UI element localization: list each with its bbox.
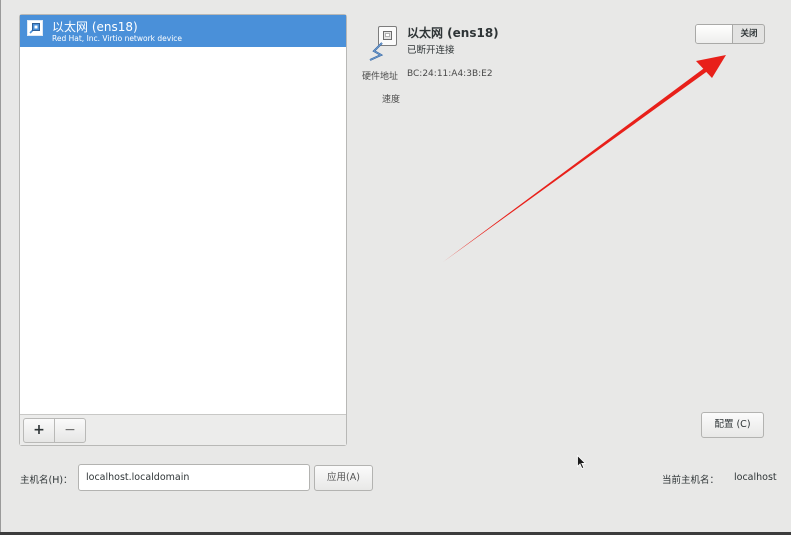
device-list-item-ens18[interactable]: 以太网 (ens18) Red Hat, Inc. Virtio network… — [20, 15, 346, 47]
hostname-input[interactable] — [78, 464, 310, 491]
ethernet-cable-icon — [366, 24, 400, 62]
annotation-arrow-shaft — [443, 66, 709, 262]
device-list-item-title: 以太网 (ens18) — [52, 20, 138, 34]
toggle-state-label: 关闭 — [740, 29, 758, 39]
device-title: 以太网 (ens18) — [407, 26, 499, 40]
apply-hostname-button[interactable]: 应用(A) — [314, 465, 373, 491]
hardware-address-label: 硬件地址 — [362, 72, 399, 82]
window-frame-left — [0, 0, 1, 535]
network-device-list: 以太网 (ens18) Red Hat, Inc. Virtio network… — [19, 14, 347, 446]
hostname-label: 主机名(H)： — [20, 475, 73, 486]
network-device-icon — [27, 20, 43, 36]
device-list-toolbar: + − — [20, 414, 346, 445]
speed-label: 速度 — [382, 95, 401, 105]
current-hostname-label: 当前主机名： — [662, 475, 720, 486]
annotation-arrow-head — [696, 55, 726, 78]
connection-toggle-switch[interactable]: 关闭 — [695, 24, 765, 44]
configure-button[interactable]: 配置 (C) — [701, 412, 764, 438]
hardware-address-value: BC:24:11:A4:3B:E2 — [407, 69, 493, 79]
add-device-button[interactable]: + — [23, 418, 55, 443]
remove-device-button[interactable]: − — [54, 418, 86, 443]
device-list-item-subtitle: Red Hat, Inc. Virtio network device — [52, 34, 183, 43]
toggle-knob[interactable] — [696, 25, 733, 43]
connection-status: 已断开连接 — [407, 45, 455, 56]
current-hostname-value: localhost — [734, 472, 777, 483]
mouse-cursor-icon — [577, 454, 587, 470]
